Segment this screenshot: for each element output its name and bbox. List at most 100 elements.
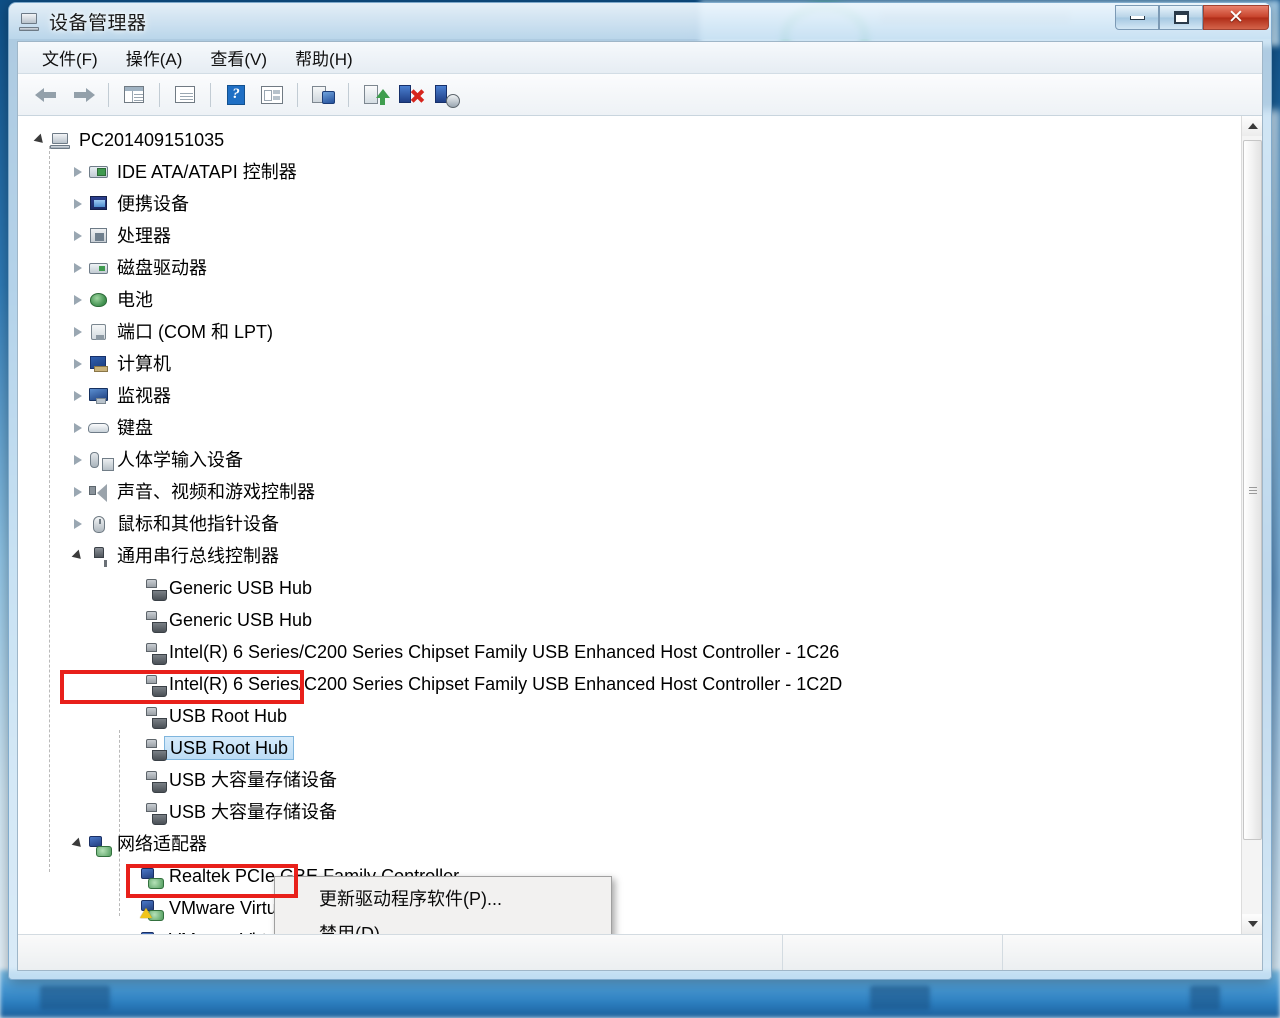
minimize-button[interactable] — [1115, 5, 1159, 30]
keyboard-icon — [88, 418, 110, 438]
tree-item-batteries[interactable]: 电池 — [32, 284, 1241, 316]
console-view-button[interactable] — [255, 79, 289, 111]
uninstall-device-button[interactable] — [393, 79, 427, 111]
ide-controller-icon — [88, 162, 110, 182]
expander-closed-icon[interactable] — [70, 356, 86, 372]
expander-closed-icon[interactable] — [70, 260, 86, 276]
properties-icon — [172, 83, 198, 107]
show-hide-console-tree-button[interactable] — [117, 79, 151, 111]
tree-item-usb-root-hub-1[interactable]: USB Root Hub — [32, 700, 1241, 732]
menu-view[interactable]: 查看(V) — [196, 42, 281, 73]
window-controls: ✕ — [1115, 5, 1269, 31]
taskbar-item — [870, 986, 930, 1010]
tree-item-generic-usb-hub-2[interactable]: Generic USB Hub — [32, 604, 1241, 636]
tree-item-label: USB 大容量存储设备 — [169, 802, 338, 822]
menu-bar: 文件(F) 操作(A) 查看(V) 帮助(H) — [18, 42, 1262, 74]
expander-open-icon[interactable] — [70, 836, 86, 852]
expander-closed-icon[interactable] — [70, 292, 86, 308]
vertical-scrollbar[interactable] — [1241, 116, 1262, 934]
computer-node-icon — [88, 354, 110, 374]
tree-item-usb-controllers[interactable]: 通用串行总线控制器 — [32, 540, 1241, 572]
scan-hardware-changes-button[interactable] — [306, 79, 340, 111]
menu-file[interactable]: 文件(F) — [28, 42, 112, 73]
tree-item-network-adapters[interactable]: 网络适配器 — [32, 828, 1241, 860]
menu-action[interactable]: 操作(A) — [112, 42, 197, 73]
uninstall-device-icon — [397, 83, 425, 107]
processor-icon — [88, 226, 110, 246]
tree-root-label: PC201409151035 — [79, 130, 225, 150]
device-tree-pane[interactable]: PC201409151035 IDE ATA/ATAPI 控制器 便携设备 处理… — [18, 116, 1262, 934]
expander-closed-icon[interactable] — [70, 228, 86, 244]
desktop-background: 设备管理器 ✕ 文件(F) 操作(A) 查看(V) 帮助(H) ? PC2014… — [0, 0, 1280, 1018]
tree-item-label: 鼠标和其他指针设备 — [117, 514, 279, 534]
ctx-update-driver[interactable]: 更新驱动程序软件(P)... — [275, 880, 611, 915]
tree-item-usb-root-hub-2-selected[interactable]: USB Root Hub — [32, 732, 1241, 764]
update-driver-button[interactable] — [357, 79, 391, 111]
usb-device-icon — [140, 610, 167, 633]
forward-button[interactable] — [66, 79, 100, 111]
menu-help[interactable]: 帮助(H) — [281, 42, 367, 73]
tree-item-ports[interactable]: 端口 (COM 和 LPT) — [32, 316, 1241, 348]
expander-open-icon[interactable] — [32, 132, 48, 148]
expander-closed-icon[interactable] — [70, 452, 86, 468]
scrollbar-down-button[interactable] — [1242, 914, 1262, 934]
tree-item-mice[interactable]: 鼠标和其他指针设备 — [32, 508, 1241, 540]
tree-item-label: 电池 — [117, 290, 153, 310]
tree-item-hid[interactable]: 人体学输入设备 — [32, 444, 1241, 476]
tree-item-computer[interactable]: 计算机 — [32, 348, 1241, 380]
scan-hardware-changes-icon — [310, 83, 336, 107]
expander-closed-icon[interactable] — [70, 196, 86, 212]
expander-closed-icon[interactable] — [70, 324, 86, 340]
sound-video-game-icon — [88, 482, 110, 502]
tree-item-monitors[interactable]: 监视器 — [32, 380, 1241, 412]
tree-item-label: USB 大容量存储设备 — [169, 770, 338, 790]
expander-closed-icon[interactable] — [70, 388, 86, 404]
expander-closed-icon[interactable] — [70, 516, 86, 532]
maximize-button[interactable] — [1159, 5, 1203, 30]
tree-item-generic-usb-hub-1[interactable]: Generic USB Hub — [32, 572, 1241, 604]
disk-drive-icon — [88, 258, 110, 278]
usb-device-icon — [140, 770, 167, 793]
tree-item-sound-video-game[interactable]: 声音、视频和游戏控制器 — [32, 476, 1241, 508]
tree-item-vmware-vmnet1[interactable]: VMware Virtual Ethernet Adapter for VMne… — [32, 892, 1241, 924]
tree-item-vmware-vmnet8[interactable]: VMware Virtual Ethernet Adapter for VMne… — [32, 924, 1241, 934]
ctx-disable[interactable]: 禁用(D) — [275, 915, 611, 935]
expander-closed-icon[interactable] — [70, 164, 86, 180]
network-adapter-icon — [88, 834, 112, 857]
expander-closed-icon[interactable] — [70, 484, 86, 500]
tree-item-intel-ehci-1c26[interactable]: Intel(R) 6 Series/C200 Series Chipset Fa… — [32, 636, 1241, 668]
tree-item-processors[interactable]: 处理器 — [32, 220, 1241, 252]
taskbar-item — [40, 986, 110, 1010]
tree-item-usb-mass-storage-1[interactable]: USB 大容量存储设备 — [32, 764, 1241, 796]
tree-item-label: 网络适配器 — [117, 834, 207, 854]
tree-item-label: 人体学输入设备 — [117, 450, 243, 470]
mouse-icon — [88, 514, 110, 534]
tree-item-portable-devices[interactable]: 便携设备 — [32, 188, 1241, 220]
tree-item-intel-ehci-1c2d[interactable]: Intel(R) 6 Series/C200 Series Chipset Fa… — [32, 668, 1241, 700]
back-button[interactable] — [30, 79, 64, 111]
expander-open-icon[interactable] — [70, 548, 86, 564]
tree-item-realtek-pcie[interactable]: Realtek PCIe GBE Family Controller — [32, 860, 1241, 892]
client-area: 文件(F) 操作(A) 查看(V) 帮助(H) ? PC201409151035… — [17, 41, 1263, 971]
ports-icon — [88, 322, 110, 342]
tree-item-ide-controllers[interactable]: IDE ATA/ATAPI 控制器 — [32, 156, 1241, 188]
toolbar-separator — [297, 82, 298, 107]
disable-device-button[interactable] — [429, 79, 463, 111]
scrollbar-up-button[interactable] — [1242, 116, 1262, 136]
status-panel-2 — [782, 935, 1002, 970]
expander-closed-icon[interactable] — [70, 420, 86, 436]
properties-button[interactable] — [168, 79, 202, 111]
context-menu[interactable]: 更新驱动程序软件(P)... 禁用(D) 卸载(U) 扫描检测硬件改动(A) 属… — [274, 876, 612, 934]
close-button[interactable]: ✕ — [1203, 5, 1269, 30]
scrollbar-thumb[interactable] — [1243, 140, 1262, 840]
window-title: 设备管理器 — [49, 12, 147, 34]
tree-item-keyboards[interactable]: 键盘 — [32, 412, 1241, 444]
back-arrow-icon — [34, 83, 60, 107]
tree-item-disk-drives[interactable]: 磁盘驱动器 — [32, 252, 1241, 284]
title-bar[interactable]: 设备管理器 ✕ — [9, 3, 1271, 39]
tree-root-node[interactable]: PC201409151035 — [32, 124, 1241, 156]
usb-device-icon — [140, 802, 167, 825]
status-panel-3 — [1002, 935, 1262, 970]
help-button[interactable]: ? — [219, 79, 253, 111]
tree-item-usb-mass-storage-2[interactable]: USB 大容量存储设备 — [32, 796, 1241, 828]
